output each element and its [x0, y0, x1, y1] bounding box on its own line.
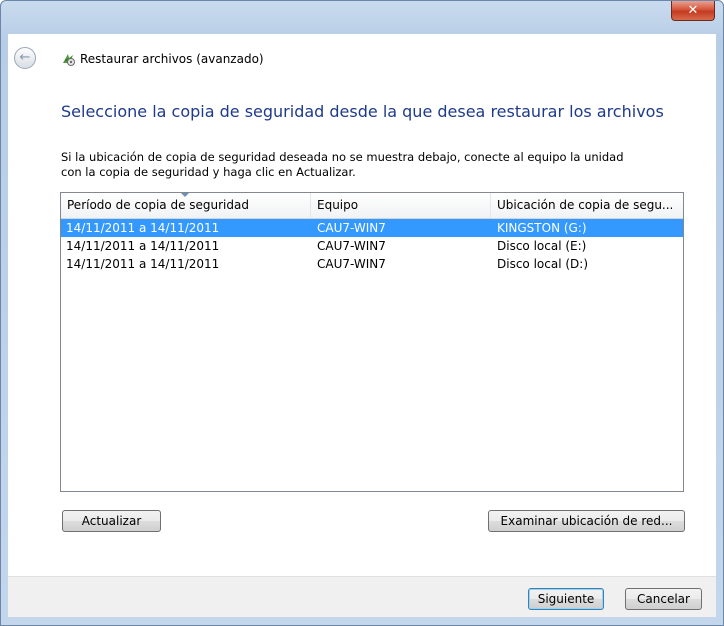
- cell-computer: CAU7-WIN7: [317, 257, 386, 271]
- column-header-computer[interactable]: Equipo: [311, 193, 491, 218]
- back-button[interactable]: ←: [14, 47, 36, 69]
- window-title: Restaurar archivos (avanzado): [80, 52, 264, 66]
- refresh-button[interactable]: Actualizar: [62, 510, 161, 532]
- cell-location: Disco local (E:): [497, 239, 587, 253]
- cancel-button[interactable]: Cancelar: [625, 588, 702, 610]
- cell-period: 14/11/2011 a 14/11/2011: [66, 257, 220, 271]
- column-header-computer-label: Equipo: [317, 198, 359, 212]
- table-row[interactable]: 14/11/2011 a 14/11/2011 CAU7-WIN7 Disco …: [61, 237, 683, 255]
- cell-location: Disco local (D:): [497, 257, 589, 271]
- table-row[interactable]: 14/11/2011 a 14/11/2011 CAU7-WIN7 Disco …: [61, 255, 683, 273]
- main-content: Seleccione la copia de seguridad desde l…: [8, 78, 716, 576]
- cell-computer: CAU7-WIN7: [317, 239, 386, 253]
- column-header-location[interactable]: Ubicación de copia de segu...: [491, 193, 683, 218]
- cell-computer: CAU7-WIN7: [317, 221, 386, 235]
- instruction-text: Si la ubicación de copia de seguridad de…: [61, 150, 661, 180]
- close-button[interactable]: ✕: [671, 1, 715, 21]
- close-icon: ✕: [687, 3, 699, 18]
- back-arrow-icon: ←: [19, 50, 31, 65]
- column-header-period[interactable]: Período de copia de seguridad: [61, 193, 311, 218]
- backup-list[interactable]: Período de copia de seguridad Equipo Ubi…: [60, 192, 684, 492]
- list-header: Período de copia de seguridad Equipo Ubi…: [61, 193, 683, 219]
- instruction-line-1: Si la ubicación de copia de seguridad de…: [61, 150, 624, 164]
- page-heading: Seleccione la copia de seguridad desde l…: [61, 102, 664, 121]
- table-row[interactable]: 14/11/2011 a 14/11/2011 CAU7-WIN7 KINGST…: [61, 219, 683, 237]
- dialog-header: ← Restaurar archivos (avanzado): [8, 34, 716, 78]
- column-header-location-label: Ubicación de copia de segu...: [497, 198, 674, 212]
- dialog-footer: Siguiente Cancelar: [8, 577, 716, 617]
- column-header-period-label: Período de copia de seguridad: [67, 198, 249, 212]
- cell-period: 14/11/2011 a 14/11/2011: [66, 239, 220, 253]
- restore-files-icon: [63, 54, 75, 66]
- next-button[interactable]: Siguiente: [528, 588, 604, 610]
- sort-arrow-icon: [181, 193, 189, 197]
- cell-location: KINGSTON (G:): [497, 221, 587, 235]
- browse-network-button[interactable]: Examinar ubicación de red...: [488, 510, 685, 532]
- instruction-line-2: con la copia de seguridad y haga clic en…: [61, 165, 356, 179]
- cell-period: 14/11/2011 a 14/11/2011: [66, 221, 220, 235]
